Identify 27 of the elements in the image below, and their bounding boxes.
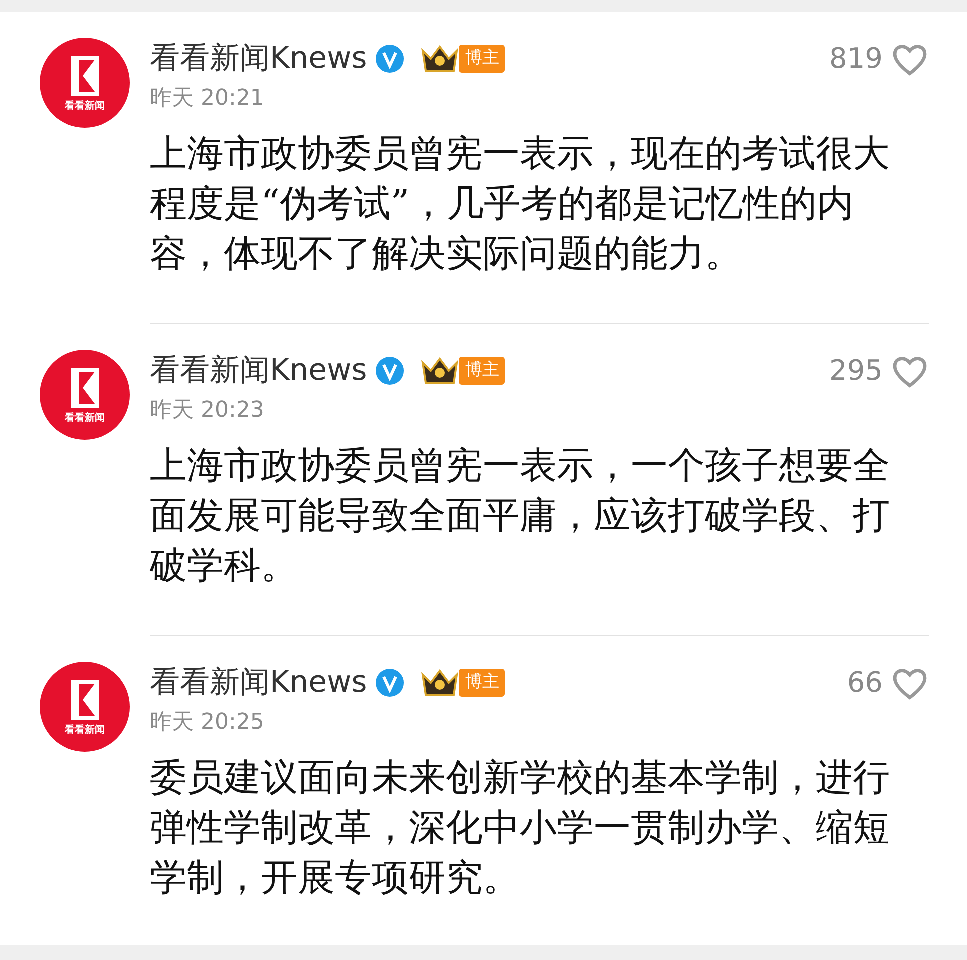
heart-icon[interactable] — [891, 42, 929, 76]
post-text: 上海市政协委员曾宪一表示，现在的考试很大程度是“伪考试”，几乎考的都是记忆性的内容，体现不了解决实际问题的能力。 — [150, 131, 891, 277]
avatar[interactable]: 看看新闻 — [40, 662, 130, 752]
author-name[interactable]: 看看新闻Knews — [150, 41, 368, 77]
crown-icon — [421, 667, 460, 699]
avatar[interactable]: 看看新闻 — [40, 350, 130, 440]
heart-icon[interactable] — [891, 354, 929, 388]
author-name[interactable]: 看看新闻Knews — [150, 665, 368, 701]
blogger-badge: 博主 — [459, 669, 506, 697]
avatar-label: 看看新闻 — [65, 414, 105, 424]
crown-icon — [421, 43, 460, 75]
heart-icon[interactable] — [891, 666, 929, 700]
post-text: 委员建议面向未来创新学校的基本学制，进行弹性学制改革，深化中小学一贯制办学、缩短学制，开展专项研究。 — [150, 755, 891, 901]
like-count: 819 — [830, 41, 883, 77]
post-time: 昨天 20:23 — [150, 397, 266, 425]
post-time: 昨天 20:25 — [150, 709, 266, 737]
avatar-label: 看看新闻 — [65, 726, 105, 736]
blogger-badge: 博主 — [459, 45, 506, 73]
avatar-label: 看看新闻 — [65, 102, 105, 112]
author-name[interactable]: 看看新闻Knews — [150, 353, 368, 389]
blogger-badge: 博主 — [459, 357, 506, 385]
like-count: 295 — [830, 353, 883, 389]
post-text: 上海市政协委员曾宪一表示，一个孩子想要全面发展可能导致全面平庸，应该打破学段、打破学科。 — [150, 443, 891, 589]
crown-icon — [421, 355, 460, 387]
avatar[interactable]: 看看新闻 — [40, 38, 130, 128]
post-time: 昨天 20:21 — [150, 85, 266, 113]
like-count: 66 — [847, 665, 883, 701]
